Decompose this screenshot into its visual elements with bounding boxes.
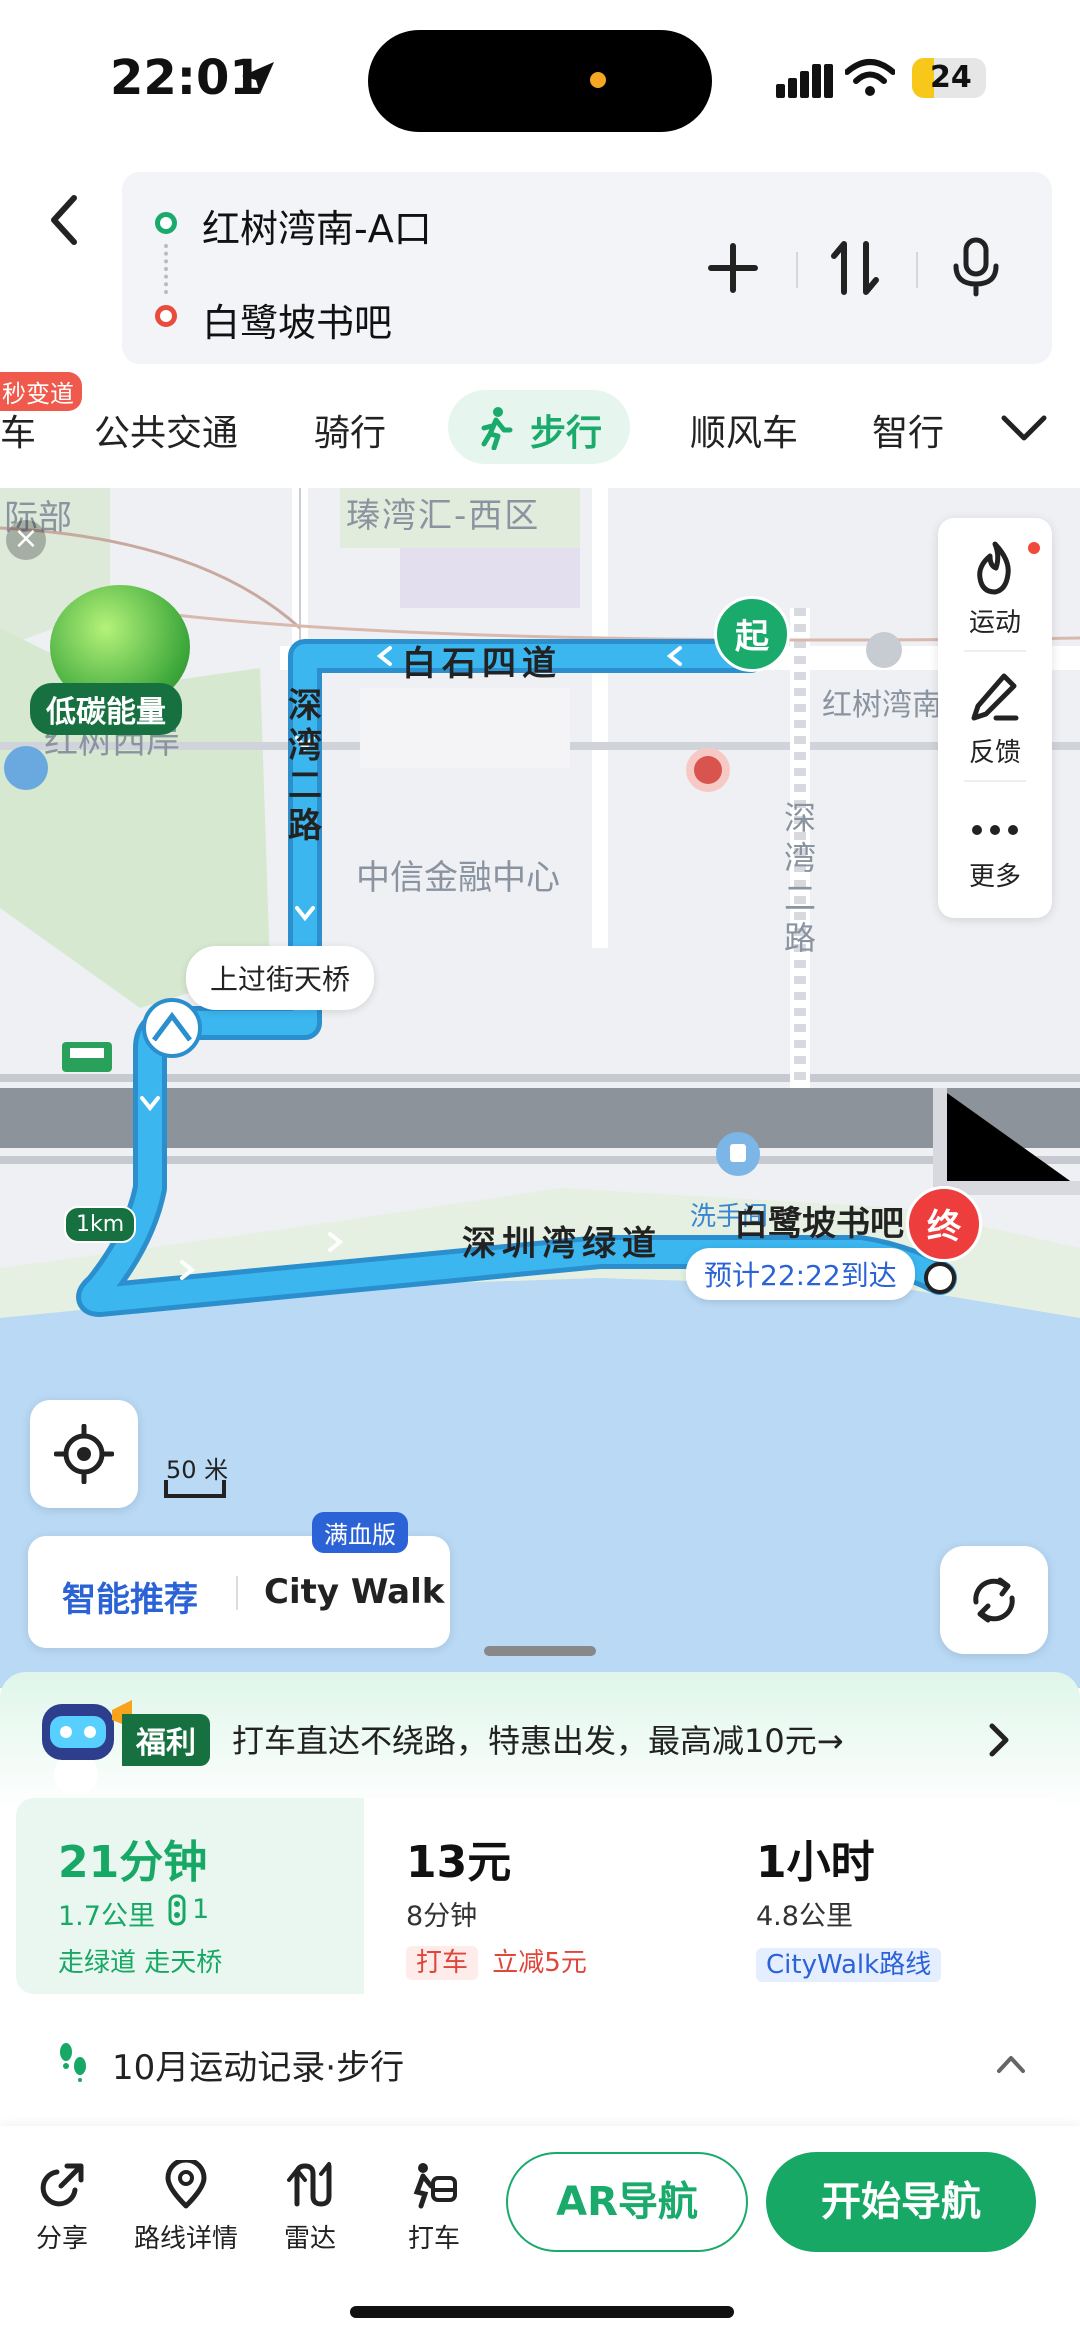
low-carbon-label: 低碳能量 [30, 683, 182, 735]
chevron-right-icon[interactable] [988, 1722, 1012, 1758]
route-connector [164, 244, 168, 294]
overpass-hint: 上过街天桥 [186, 946, 375, 1010]
radar-button[interactable]: 雷达 [280, 2160, 340, 2255]
chevron-up-icon[interactable] [996, 2054, 1026, 2074]
exercise-record-label: 10月运动记录·步行 [112, 2048, 405, 2088]
start-marker: 起 [714, 596, 790, 672]
route-citywalk-tag: CityWalk路线 [756, 1944, 942, 1982]
route-walk-distance: 1.7公里 [58, 1901, 155, 1932]
full-version-badge: 满血版 [312, 1512, 408, 1553]
destination-dot-icon [155, 305, 177, 327]
swap-icon[interactable] [830, 238, 880, 298]
map-label-citic: 中信金融中心 [356, 858, 560, 898]
refresh-icon [973, 1577, 1015, 1623]
more-label: 更多 [968, 862, 1021, 892]
promo-text[interactable]: 打车直达不绕路，特惠出发，最高减10元→ [232, 1716, 844, 1762]
share-button[interactable]: 分享 [30, 2160, 94, 2255]
sheet-drag-handle[interactable] [484, 1646, 596, 1656]
route-citywalk-distance: 4.8公里 [756, 1901, 853, 1932]
map-label-residence: 瑧湾汇-西区 [346, 496, 541, 536]
origin-field[interactable]: 红树湾南-A口 [202, 198, 432, 253]
start-navigation-button[interactable]: 开始导航 [766, 2152, 1036, 2252]
map-label-station: 红树湾南 [822, 688, 942, 723]
add-stop-icon[interactable] [705, 240, 761, 296]
dynamic-island [368, 30, 712, 132]
route-taxi-price[interactable]: 13元 [406, 1826, 511, 1890]
notification-dot [1028, 542, 1040, 554]
flame-icon [977, 541, 1011, 595]
divider [916, 252, 918, 288]
crosshair-icon [54, 1424, 114, 1484]
taxi-tag: 打车 [406, 1946, 479, 1980]
road-label-greenway: 深圳湾绿道 [462, 1224, 662, 1264]
route-taxi-tags: 打车 立减5元 [406, 1942, 587, 1980]
more-icon [972, 825, 1018, 835]
route-taxi-duration: 8分钟 [406, 1901, 478, 1932]
taxi-walk-icon [413, 2163, 457, 2209]
chevron-down-icon[interactable] [1000, 412, 1048, 444]
tab-transit[interactable]: 公共交通 [94, 404, 238, 456]
back-icon[interactable] [40, 190, 90, 250]
discount-tag: 立减5元 [492, 1948, 587, 1978]
end-marker: 终 [906, 1186, 982, 1262]
full-version-label: 满血版 [324, 1521, 396, 1549]
route-walk-lights: 1 [192, 1894, 210, 1925]
tab-cycling[interactable]: 骑行 [314, 404, 386, 456]
battery-indicator: 24 [912, 58, 986, 98]
route-details-label: 路线详情 [133, 2224, 238, 2254]
divider [796, 252, 798, 288]
scale-bar [164, 1480, 226, 1498]
tab-car[interactable]: 车 [0, 404, 36, 456]
map-pin-icon [165, 2160, 207, 2209]
refresh-button[interactable] [940, 1546, 1048, 1654]
location-arrow-icon [242, 62, 274, 94]
more-button[interactable]: 更多 [938, 810, 1052, 893]
road-label-shenwan-left: 深湾二路 [288, 686, 322, 846]
close-icon[interactable]: × [6, 520, 46, 560]
sport-button[interactable]: 运动 [938, 540, 1052, 639]
locate-button[interactable] [30, 1400, 138, 1508]
tab-rideshare[interactable]: 顺风车 [690, 404, 798, 456]
footprints-icon [60, 2043, 86, 2082]
road-label-shenwan-right: 深湾二路 [784, 799, 817, 957]
home-indicator [350, 2306, 734, 2318]
origin-dot-icon [155, 212, 177, 234]
cellular-signal-icon [776, 64, 833, 98]
radar-icon [287, 2162, 332, 2207]
radar-label: 雷达 [283, 2224, 336, 2254]
battery-level: 24 [930, 60, 972, 95]
route-citywalk-time[interactable]: 1小时 [756, 1826, 875, 1890]
ar-navigation-button[interactable]: AR导航 [506, 2152, 748, 2252]
feedback-label: 反馈 [968, 738, 1021, 768]
walking-icon [481, 407, 513, 450]
tab-smart[interactable]: 智行 [872, 404, 944, 456]
tab-walking-label: 步行 [530, 413, 603, 454]
privacy-dot [590, 72, 606, 88]
road-label-baishi: 白石四道 [402, 644, 562, 684]
map-tool-panel: 运动 反馈 更多 [938, 518, 1052, 918]
share-icon [40, 2163, 84, 2207]
eta-label: 预计22:22到达 [686, 1248, 915, 1300]
smart-recommend-option[interactable]: 智能推荐 [62, 1572, 198, 1621]
welfare-tag: 福利 [122, 1714, 210, 1766]
route-walk-tag: 走绿道 走天桥 [58, 1948, 223, 1978]
share-label: 分享 [35, 2224, 88, 2254]
destination-label: 白鹭坡书吧 [734, 1204, 904, 1244]
microphone-icon[interactable] [950, 236, 1002, 298]
wifi-icon [845, 59, 895, 96]
feedback-button[interactable]: 反馈 [938, 670, 1052, 769]
pencil-icon [971, 673, 1019, 721]
citywalk-option[interactable]: City Walk [264, 1572, 444, 1612]
low-carbon-energy-widget[interactable]: 低碳能量 [30, 585, 190, 735]
sport-label: 运动 [968, 608, 1021, 638]
route-walk-time: 21分钟 [58, 1837, 208, 1888]
taxi-button[interactable]: 打车 [404, 2160, 464, 2255]
km-marker: 1km [64, 1206, 137, 1243]
traffic-light-icon [168, 1894, 186, 1926]
status-bar: 22:01 24 [0, 0, 1080, 160]
taxi-label: 打车 [407, 2224, 460, 2254]
destination-field[interactable]: 白鹭坡书吧 [202, 292, 392, 347]
citywalk-route-label: CityWalk路线 [756, 1948, 942, 1982]
route-details-button[interactable]: 路线详情 [130, 2160, 242, 2255]
